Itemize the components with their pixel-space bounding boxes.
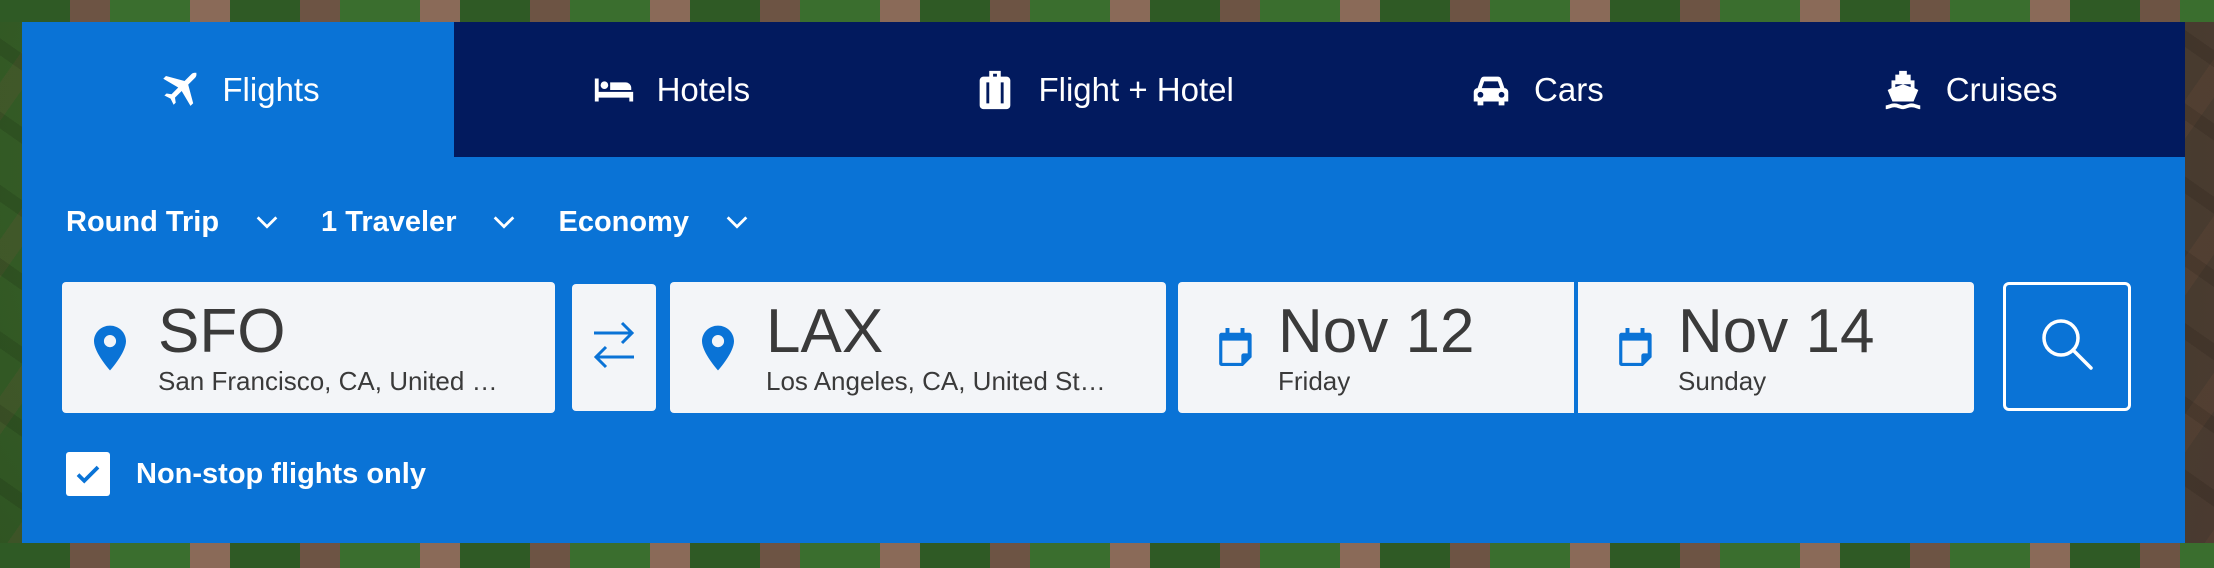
search-button[interactable] [2003, 282, 2131, 411]
trip-type-label: Round Trip [66, 205, 220, 238]
depart-day: Friday [1278, 366, 1351, 396]
travelers-dropdown[interactable]: 1 Traveler [321, 206, 518, 239]
tab-flight-hotel[interactable]: Flight + Hotel [887, 22, 1320, 157]
search-options: Round Trip 1 Traveler Economy [66, 200, 791, 244]
swap-arrows-icon [590, 315, 638, 380]
location-pin-icon [698, 324, 738, 372]
nonstop-checkbox[interactable] [66, 452, 110, 496]
tab-cruises[interactable]: Cruises [1752, 22, 2185, 157]
tab-flights[interactable]: Flights [22, 22, 454, 157]
search-icon [2037, 314, 2097, 379]
checkmark-icon [76, 465, 100, 484]
car-icon [1468, 67, 1514, 113]
cabin-class-label: Economy [558, 205, 690, 238]
location-pin-icon [90, 324, 130, 372]
return-date-field[interactable]: Nov 14 Sunday [1578, 282, 1974, 413]
origin-code: SFO [158, 297, 286, 366]
tab-cars[interactable]: Cars [1320, 22, 1753, 157]
depart-date: Nov 12 [1278, 297, 1475, 366]
nonstop-checkbox-row[interactable]: Non-stop flights only [66, 452, 426, 496]
return-date: Nov 14 [1678, 297, 1875, 366]
luggage-icon [972, 67, 1018, 113]
chevron-down-icon [490, 208, 518, 236]
cabin-class-dropdown[interactable]: Economy [558, 206, 751, 239]
tab-label: Cruises [1945, 70, 2058, 108]
calendar-icon [1216, 326, 1254, 368]
product-tabs: Flights Hotels Flight + Hotel Cars Cruis… [22, 22, 2185, 157]
chevron-down-icon [723, 208, 751, 236]
nonstop-label: Non-stop flights only [136, 457, 426, 490]
swap-airports-button[interactable] [572, 284, 656, 411]
tab-label: Hotels [656, 70, 751, 108]
travelers-label: 1 Traveler [321, 205, 457, 238]
search-widget: Flights Hotels Flight + Hotel Cars Cruis… [22, 22, 2185, 543]
calendar-icon [1616, 326, 1654, 368]
return-day: Sunday [1678, 366, 1767, 396]
background-image-bottom [0, 543, 2214, 568]
chevron-down-icon [253, 208, 281, 236]
tab-hotels[interactable]: Hotels [454, 22, 887, 157]
origin-city: San Francisco, CA, United … [158, 366, 498, 396]
plane-icon [156, 67, 202, 113]
tab-label: Cars [1534, 70, 1604, 108]
tab-label: Flights [222, 70, 320, 108]
background-image [0, 0, 2214, 22]
origin-field[interactable]: SFO San Francisco, CA, United … [62, 282, 555, 413]
depart-date-field[interactable]: Nov 12 Friday [1178, 282, 1574, 413]
destination-field[interactable]: LAX Los Angeles, CA, United St… [670, 282, 1166, 413]
bed-icon [591, 67, 637, 113]
tab-label: Flight + Hotel [1038, 70, 1234, 108]
destination-city: Los Angeles, CA, United St… [766, 366, 1106, 396]
ship-icon [1880, 67, 1926, 113]
trip-type-dropdown[interactable]: Round Trip [66, 206, 281, 239]
destination-code: LAX [766, 297, 884, 366]
